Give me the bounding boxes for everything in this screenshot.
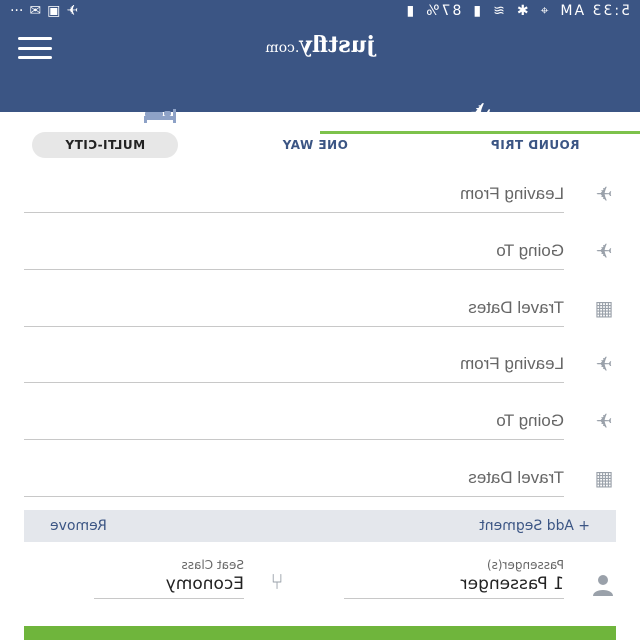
wifi-icon: ≋ xyxy=(491,3,505,19)
travel-dates-placeholder: Travel Dates xyxy=(468,468,564,487)
travel-dates-placeholder: Travel Dates xyxy=(468,298,564,317)
seat-class-label: Seat Class xyxy=(181,558,244,572)
passengers-field[interactable]: Passenger(s) 1 Passenger xyxy=(344,558,564,599)
logo: justfly.com xyxy=(0,32,640,58)
travel-dates-field[interactable]: ▦ Travel Dates xyxy=(24,292,613,327)
status-bar: 5:33 AM ⌖ ✱ ≋ ▮ 87% ▮ ✈ ▣ ✉ ··· xyxy=(0,0,640,22)
product-tabs: ✈ xyxy=(0,96,640,134)
trip-type-selector: ROUND TRIP ONE WAY MULTI-CITY xyxy=(0,132,640,160)
landing-icon: ✈ xyxy=(595,239,613,263)
landing-icon: ✈ xyxy=(595,409,613,433)
leaving-from-placeholder: Leaving From xyxy=(460,354,564,373)
round-trip-option[interactable]: ROUND TRIP xyxy=(470,132,600,158)
bluetooth-icon: ✱ xyxy=(514,3,529,19)
status-left: 5:33 AM ⌖ ✱ ≋ ▮ 87% ▮ xyxy=(405,3,630,19)
going-to-field[interactable]: ✈ Going To xyxy=(24,235,612,270)
logo-suffix: .com xyxy=(265,40,300,56)
calendar-icon: ▦ xyxy=(594,296,614,320)
takeoff-icon: ✈ xyxy=(595,352,613,376)
signal-icon: ▮ xyxy=(471,3,482,19)
one-way-option[interactable]: ONE WAY xyxy=(260,132,370,158)
search-flights-button[interactable] xyxy=(24,626,616,640)
seat-class-field[interactable]: Seat Class Economy xyxy=(94,558,244,599)
app-header: justfly.com ✈ xyxy=(0,22,640,134)
segment-actions-bar: + Add Segment Remove xyxy=(24,510,616,542)
multi-city-option[interactable]: MULTI-CITY xyxy=(32,132,178,158)
status-right: ✈ ▣ ✉ ··· xyxy=(10,3,78,19)
seat-class-value: Economy xyxy=(165,574,244,594)
going-to-placeholder: Going To xyxy=(496,241,564,260)
takeoff-icon: ✈ xyxy=(595,182,613,206)
location-icon: ⌖ xyxy=(538,3,549,19)
tab-hotels[interactable] xyxy=(0,96,320,134)
seat-icon: ⑂ xyxy=(270,570,284,595)
time-text: 5:33 AM xyxy=(558,3,630,19)
battery-percent: 87% xyxy=(424,3,462,19)
notification-icon: ✈ xyxy=(66,3,79,19)
app-screen: 5:33 AM ⌖ ✱ ≋ ▮ 87% ▮ ✈ ▣ ✉ ··· justfly.… xyxy=(0,0,640,640)
logo-text: justfly xyxy=(299,32,375,58)
battery-icon: ▮ xyxy=(404,3,415,19)
more-icon: ··· xyxy=(10,3,24,19)
add-segment-button[interactable]: + Add Segment xyxy=(479,518,590,534)
leaving-from-placeholder: Leaving From xyxy=(460,184,564,203)
passengers-value: 1 Passenger xyxy=(460,574,564,594)
gallery-icon: ▣ xyxy=(47,3,61,19)
leaving-from-field[interactable]: ✈ Leaving From xyxy=(24,348,612,383)
travel-dates-field[interactable]: ▦ Travel Dates xyxy=(24,462,613,497)
tab-flights[interactable]: ✈ xyxy=(320,96,640,134)
bed-icon xyxy=(144,109,176,123)
passengers-label: Passenger(s) xyxy=(486,558,564,572)
airplane-icon: ✈ xyxy=(468,96,492,130)
going-to-placeholder: Going To xyxy=(496,411,564,430)
remove-segment-button[interactable]: Remove xyxy=(50,518,107,534)
calendar-icon: ▦ xyxy=(594,466,614,490)
going-to-field[interactable]: ✈ Going To xyxy=(24,405,612,440)
mail-icon: ✉ xyxy=(29,3,42,19)
leaving-from-field[interactable]: ✈ Leaving From xyxy=(24,178,612,213)
person-icon xyxy=(593,575,613,596)
